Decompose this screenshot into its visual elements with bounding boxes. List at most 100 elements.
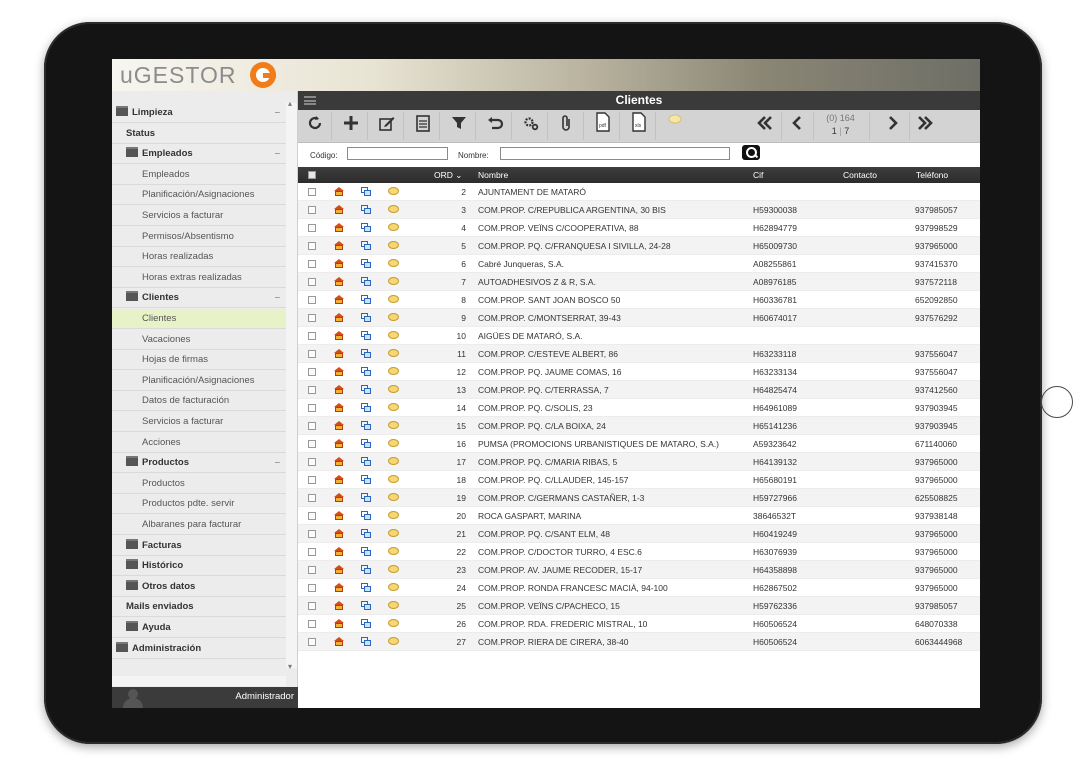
row-checkbox[interactable]	[308, 206, 316, 214]
table-row[interactable]: 11 COM.PROP. C/ESTEVE ALBERT, 86 H63233118…	[298, 345, 980, 363]
chat-icon[interactable]	[388, 403, 399, 411]
table-row[interactable]: 14 COM.PROP. PQ. C/SOLIS, 23 H64961089 9379…	[298, 399, 980, 417]
collapse-icon[interactable]: –	[275, 288, 280, 307]
chat-icon[interactable]	[388, 331, 399, 339]
windows-icon[interactable]	[361, 223, 371, 232]
windows-icon[interactable]	[361, 295, 371, 304]
windows-icon[interactable]	[361, 439, 371, 448]
chat-icon[interactable]	[388, 421, 399, 429]
windows-icon[interactable]	[361, 259, 371, 268]
refresh-icon[interactable]	[298, 112, 332, 140]
sidebar-item[interactable]: Status	[112, 124, 286, 144]
row-checkbox[interactable]	[308, 422, 316, 430]
chat-icon[interactable]	[388, 637, 399, 645]
table-row[interactable]: 16 PUMSA (PROMOCIONS URBANISTIQUES DE MAT…	[298, 435, 980, 453]
home-icon[interactable]	[334, 547, 344, 556]
home-icon[interactable]	[334, 205, 344, 214]
table-row[interactable]: 27 COM.PROP. RIERA DE CIRERA, 38-40 H60506…	[298, 633, 980, 651]
sidebar-item[interactable]: Clientes	[112, 309, 286, 329]
chat-icon[interactable]	[388, 565, 399, 573]
row-checkbox[interactable]	[308, 584, 316, 592]
undo-icon[interactable]	[478, 112, 512, 140]
row-checkbox[interactable]	[308, 602, 316, 610]
table-row[interactable]: 13 COM.PROP. PQ. C/TERRASSA, 7 H64825474 93…	[298, 381, 980, 399]
chat-icon[interactable]	[388, 205, 399, 213]
pager-page[interactable]: 1	[832, 126, 837, 136]
sidebar-item[interactable]: Clientes –	[112, 288, 286, 309]
windows-icon[interactable]	[361, 385, 371, 394]
edit-icon[interactable]	[370, 112, 404, 140]
next-page-icon[interactable]	[876, 112, 910, 140]
sidebar-item[interactable]: Horas extras realizadas	[112, 268, 286, 288]
windows-icon[interactable]	[361, 403, 371, 412]
row-checkbox[interactable]	[308, 314, 316, 322]
table-row[interactable]: 3 COM.PROP. C/REPUBLICA ARGENTINA, 30 BIS…	[298, 201, 980, 219]
row-checkbox[interactable]	[308, 530, 316, 538]
sidebar-horizontal-scrollbar[interactable]	[112, 676, 286, 686]
sidebar-item[interactable]: Limpieza –	[112, 103, 286, 123]
row-checkbox[interactable]	[308, 512, 316, 520]
table-row[interactable]: 9 COM.PROP. C/MONTSERRAT, 39-43 H60674017 9…	[298, 309, 980, 327]
chat-icon[interactable]	[388, 313, 399, 321]
sidebar-item[interactable]: Planificación/Asignaciones	[112, 371, 286, 391]
select-all-checkbox[interactable]	[308, 171, 316, 179]
chat-icon[interactable]	[388, 583, 399, 591]
home-icon[interactable]	[334, 583, 344, 592]
sidebar-item[interactable]: Facturas	[112, 536, 286, 556]
home-icon[interactable]	[334, 367, 344, 376]
home-icon[interactable]	[334, 619, 344, 628]
table-row[interactable]: 12 COM.PROP. PQ. JAUME COMAS, 16 H63233134…	[298, 363, 980, 381]
chat-icon[interactable]	[388, 367, 399, 375]
windows-icon[interactable]	[361, 547, 371, 556]
chat-icon[interactable]	[388, 511, 399, 519]
chat-icon[interactable]	[388, 619, 399, 627]
chat-icon[interactable]	[388, 241, 399, 249]
table-row[interactable]: 5 COM.PROP. PQ. C/FRANQUESA I SIVILLA, 24…	[298, 237, 980, 255]
home-icon[interactable]	[334, 259, 344, 268]
col-nombre[interactable]: Nombre	[478, 170, 508, 180]
chat-icon[interactable]	[388, 601, 399, 609]
row-checkbox[interactable]	[308, 242, 316, 250]
sidebar-item[interactable]: Hojas de firmas	[112, 350, 286, 371]
home-icon[interactable]	[334, 277, 344, 286]
table-row[interactable]: 10 AIGÜES DE MATARÓ, S.A.	[298, 327, 980, 345]
sidebar-item[interactable]: Servicios a facturar	[112, 412, 286, 432]
codigo-input[interactable]	[347, 147, 448, 160]
home-icon[interactable]	[334, 313, 344, 322]
collapse-icon[interactable]: –	[275, 103, 280, 122]
row-checkbox[interactable]	[308, 620, 316, 628]
table-row[interactable]: 26 COM.PROP. RDA. FREDERIC MISTRAL, 10 H60…	[298, 615, 980, 633]
home-icon[interactable]	[334, 493, 344, 502]
sidebar-item[interactable]: Mails enviados	[112, 597, 286, 618]
home-icon[interactable]	[334, 475, 344, 484]
sidebar-item[interactable]: Otros datos	[112, 577, 286, 597]
table-row[interactable]: 22 COM.PROP. C/DOCTOR TURRO, 4 ESC.6 H6307…	[298, 543, 980, 561]
pdf-icon[interactable]: pdf	[586, 112, 620, 140]
windows-icon[interactable]	[361, 475, 371, 484]
chat-icon[interactable]	[388, 295, 399, 303]
nombre-input[interactable]	[500, 147, 730, 160]
chat-icon[interactable]	[388, 385, 399, 393]
collapse-icon[interactable]: –	[275, 453, 280, 472]
sidebar-item[interactable]: Empleados –	[112, 144, 286, 165]
windows-icon[interactable]	[361, 583, 371, 592]
windows-icon[interactable]	[361, 187, 371, 196]
table-row[interactable]: 4 COM.PROP. VEÏNS C/COOPERATIVA, 88 H62894…	[298, 219, 980, 237]
row-checkbox[interactable]	[308, 566, 316, 574]
home-icon[interactable]	[334, 439, 344, 448]
home-icon[interactable]	[334, 457, 344, 466]
row-checkbox[interactable]	[308, 440, 316, 448]
table-row[interactable]: 7 AUTOADHESIVOS Z & R, S.A. A08976185 93757…	[298, 273, 980, 291]
checklist-icon[interactable]	[406, 112, 440, 140]
row-checkbox[interactable]	[308, 476, 316, 484]
row-checkbox[interactable]	[308, 368, 316, 376]
user-bar[interactable]: Administrador	[112, 687, 298, 708]
collapse-icon[interactable]: –	[275, 144, 280, 163]
sidebar-item[interactable]: Servicios a facturar	[112, 206, 286, 226]
row-checkbox[interactable]	[308, 332, 316, 340]
settings-icon[interactable]	[514, 112, 548, 140]
table-row[interactable]: 25 COM.PROP. VEÏNS C/PACHECO, 15 H59762336…	[298, 597, 980, 615]
home-icon[interactable]	[334, 187, 344, 196]
chat-icon[interactable]	[388, 475, 399, 483]
table-row[interactable]: 21 COM.PROP. PQ. C/SANT ELM, 48 H60419249 9…	[298, 525, 980, 543]
